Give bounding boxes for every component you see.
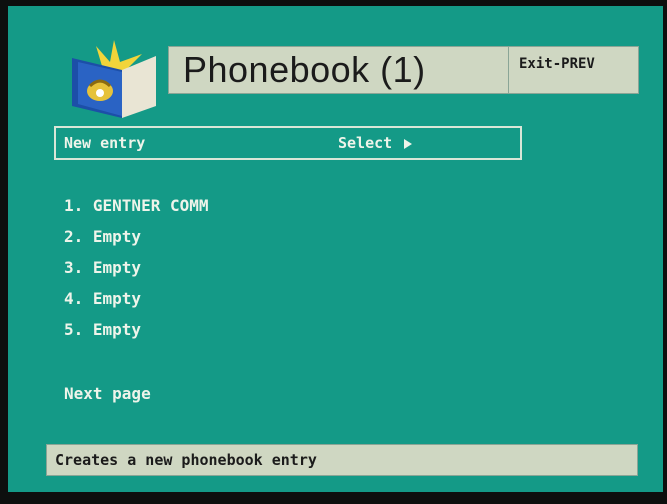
phonebook-entry-1[interactable]: 1. GENTNER COMM (64, 196, 209, 215)
select-action[interactable]: Select (338, 134, 413, 152)
next-page-link[interactable]: Next page (64, 384, 151, 403)
status-text: Creates a new phonebook entry (55, 451, 317, 469)
phonebook-entry-3[interactable]: 3. Empty (64, 258, 141, 277)
exit-label: Exit-PREV (519, 56, 595, 72)
new-entry-label: New entry (64, 134, 146, 152)
page-title: Phonebook (1) (183, 49, 426, 90)
phonebook-entry-5[interactable]: 5. Empty (64, 320, 141, 339)
new-entry-item[interactable]: New entry Select (54, 126, 522, 160)
phonebook-entry-2[interactable]: 2. Empty (64, 227, 141, 246)
phonebook-screen: Phonebook (1) Exit-PREV New entry Select… (8, 6, 663, 492)
triangle-right-icon (401, 134, 413, 152)
title-box: Phonebook (1) (168, 46, 513, 94)
phonebook-icon (64, 36, 164, 118)
phonebook-entry-4[interactable]: 4. Empty (64, 289, 141, 308)
status-bar: Creates a new phonebook entry (46, 444, 638, 476)
exit-button[interactable]: Exit-PREV (508, 46, 639, 94)
select-label: Select (338, 134, 393, 152)
